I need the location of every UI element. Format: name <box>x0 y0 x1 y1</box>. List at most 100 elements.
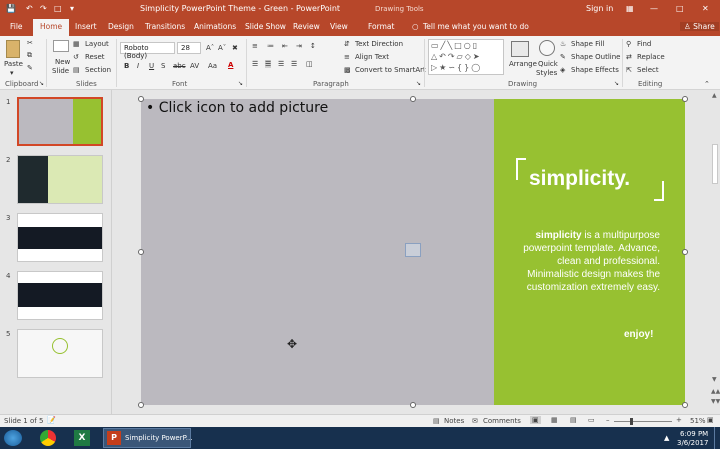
slide-thumbnail-5[interactable] <box>17 329 103 378</box>
tab-insert[interactable]: Insert <box>75 22 97 31</box>
undo-icon[interactable]: ↶ <box>26 4 33 13</box>
slide-thumbnail-2[interactable] <box>17 155 103 204</box>
scroll-thumb[interactable] <box>712 144 718 184</box>
font-color-button[interactable]: A <box>228 61 233 69</box>
paste-icon[interactable] <box>6 40 20 58</box>
align-text-button[interactable]: Align Text <box>355 53 389 61</box>
minimize-icon[interactable]: — <box>650 4 658 13</box>
picture-placeholder[interactable]: • Click icon to add picture ✥ <box>141 99 494 405</box>
save-icon[interactable]: 💾 <box>6 4 16 13</box>
resize-handle[interactable] <box>682 96 688 102</box>
underline-button[interactable]: U <box>149 62 154 70</box>
indent-icon[interactable]: ⇤ <box>282 42 288 50</box>
increase-font-icon[interactable]: Aˆ <box>206 44 214 52</box>
maximize-icon[interactable]: □ <box>676 4 684 13</box>
shapes-gallery[interactable]: ▭╱╲□○▯ △↶↷▱◇➤ ▷★∽{}◯ <box>428 39 504 75</box>
quick-styles-label[interactable]: Styles <box>536 69 557 77</box>
fit-slide-icon[interactable]: ▣ <box>707 416 714 424</box>
bold-button[interactable]: B <box>124 62 129 70</box>
vertical-scrollbar[interactable]: ▲ ▼ ▲▲ ▼▼ <box>710 90 720 414</box>
present-icon[interactable]: □ <box>54 4 62 13</box>
zoom-level[interactable]: 51% <box>690 417 706 425</box>
tab-file[interactable]: File <box>10 22 23 31</box>
reset-button[interactable]: Reset <box>85 53 105 61</box>
tab-animations[interactable]: Animations <box>194 22 236 31</box>
strikethrough-button[interactable]: abc <box>173 62 186 70</box>
tab-transitions[interactable]: Transitions <box>145 22 185 31</box>
quick-styles-button[interactable]: Quick <box>538 60 558 68</box>
clock-date[interactable]: 3/6/2017 <box>677 439 708 447</box>
insert-picture-icon[interactable] <box>405 243 421 257</box>
copy-icon[interactable]: ⧉ <box>27 51 32 60</box>
font-family-select[interactable]: Roboto (Body) <box>120 42 175 60</box>
start-button[interactable] <box>4 430 22 446</box>
tray-arrow-icon[interactable]: ▲ <box>664 434 669 442</box>
zoom-in-icon[interactable]: + <box>676 416 682 424</box>
paste-dropdown-icon[interactable]: ▾ <box>10 69 14 77</box>
sign-in-link[interactable]: Sign in <box>586 4 613 13</box>
spellcheck-icon[interactable]: 📝 <box>47 416 56 424</box>
clear-formatting-icon[interactable]: ✖ <box>232 44 238 52</box>
ribbon-options-icon[interactable]: ▦ <box>626 4 634 13</box>
font-launcher-icon[interactable]: ↘ <box>238 80 243 87</box>
previous-slide-icon[interactable]: ▲▲ <box>711 388 720 395</box>
normal-view-icon[interactable]: ▣ <box>530 416 541 424</box>
slideshow-view-icon[interactable]: ▭ <box>588 416 595 424</box>
line-spacing-icon[interactable]: ↕ <box>310 42 316 50</box>
resize-handle[interactable] <box>410 402 416 408</box>
resize-handle[interactable] <box>410 96 416 102</box>
italic-button[interactable]: I <box>137 62 139 70</box>
reading-view-icon[interactable]: ▤ <box>570 416 577 424</box>
format-painter-icon[interactable]: ✎ <box>27 64 33 72</box>
tell-me-search[interactable]: Tell me what you want to do <box>423 22 529 31</box>
notes-button[interactable]: Notes <box>444 417 464 425</box>
find-button[interactable]: Find <box>637 40 651 48</box>
arrange-icon[interactable] <box>511 41 529 57</box>
select-button[interactable]: Select <box>637 66 659 74</box>
slide-thumbnail-3[interactable] <box>17 213 103 262</box>
tab-view[interactable]: View <box>330 22 348 31</box>
section-button[interactable]: Section <box>85 66 111 74</box>
tab-slideshow[interactable]: Slide Show <box>245 22 286 31</box>
outdent-icon[interactable]: ⇥ <box>296 42 302 50</box>
comments-button[interactable]: Comments <box>483 417 521 425</box>
chrome-icon[interactable] <box>40 430 56 446</box>
next-slide-icon[interactable]: ▼▼ <box>711 398 720 405</box>
char-spacing-button[interactable]: AV <box>190 62 199 70</box>
justify-icon[interactable]: ☰ <box>291 60 297 68</box>
show-desktop-button[interactable] <box>714 427 720 449</box>
align-center-icon[interactable]: ☰ <box>265 60 272 68</box>
slide-thumbnail-4[interactable] <box>17 271 103 320</box>
change-case-button[interactable]: Aa <box>208 62 217 70</box>
taskbar-powerpoint-button[interactable]: P Simplicity PowerP... <box>103 428 192 448</box>
slide-thumbnail-1[interactable] <box>17 97 103 146</box>
close-icon[interactable]: ✕ <box>702 4 709 13</box>
clock-time[interactable]: 6:09 PM <box>680 430 708 438</box>
tab-design[interactable]: Design <box>108 22 134 31</box>
align-left-icon[interactable]: ☰ <box>252 60 258 68</box>
title-panel[interactable]: simplicity. simplicity is a multipurpose… <box>494 99 685 405</box>
align-right-icon[interactable]: ☰ <box>278 60 284 68</box>
drawing-launcher-icon[interactable]: ↘ <box>614 80 619 87</box>
redo-icon[interactable]: ↷ <box>40 4 47 13</box>
shadow-button[interactable]: S <box>161 62 165 70</box>
arrange-button[interactable]: Arrange <box>509 60 537 68</box>
tab-review[interactable]: Review <box>293 22 320 31</box>
cut-icon[interactable]: ✂ <box>27 39 33 47</box>
bullets-icon[interactable]: ≡ <box>252 42 258 50</box>
resize-handle[interactable] <box>138 96 144 102</box>
zoom-out-icon[interactable]: – <box>606 416 610 424</box>
new-slide-button[interactable]: New <box>55 58 70 66</box>
smartart-button[interactable]: Convert to SmartArt <box>355 66 426 74</box>
columns-icon[interactable]: ◫ <box>306 60 313 68</box>
resize-handle[interactable] <box>138 402 144 408</box>
text-direction-button[interactable]: Text Direction <box>355 40 403 48</box>
paragraph-launcher-icon[interactable]: ↘ <box>416 80 421 87</box>
font-size-select[interactable]: 28 <box>177 42 201 54</box>
new-slide-label[interactable]: Slide <box>52 67 69 75</box>
shape-fill-button[interactable]: Shape Fill <box>571 40 605 48</box>
decrease-font-icon[interactable]: Aˇ <box>218 44 226 52</box>
scroll-down-icon[interactable]: ▼ <box>712 376 717 383</box>
tab-home[interactable]: Home <box>33 19 70 36</box>
quick-styles-icon[interactable] <box>539 40 555 56</box>
